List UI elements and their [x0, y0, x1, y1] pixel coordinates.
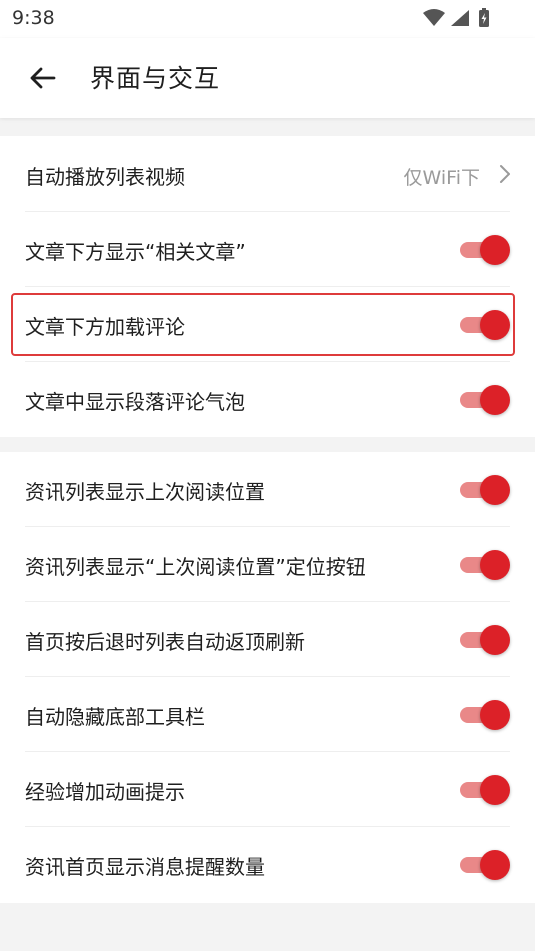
- toggle-switch[interactable]: [458, 475, 510, 505]
- toggle-switch[interactable]: [458, 550, 510, 580]
- setting-label: 首页按后退时列表自动返顶刷新: [25, 630, 305, 654]
- toggle-thumb: [480, 550, 510, 580]
- setting-label: 资讯列表显示上次阅读位置: [25, 480, 265, 504]
- toggle-thumb: [480, 625, 510, 655]
- setting-auto-hide-toolbar: 自动隐藏底部工具栏: [0, 677, 535, 752]
- wifi-icon: [423, 9, 445, 26]
- setting-label: 文章下方显示“相关文章”: [25, 240, 246, 264]
- status-time: 9:38: [12, 7, 55, 29]
- page-title: 界面与交互: [90, 64, 221, 93]
- setting-value: 仅WiFi下: [403, 167, 480, 189]
- toggle-switch[interactable]: [458, 235, 510, 265]
- toggle-switch[interactable]: [458, 850, 510, 880]
- toggle-switch[interactable]: [458, 775, 510, 805]
- toggle-switch[interactable]: [458, 700, 510, 730]
- toggle-switch[interactable]: [458, 385, 510, 415]
- back-button[interactable]: [22, 60, 62, 96]
- setting-label: 资讯首页显示消息提醒数量: [25, 855, 265, 879]
- settings-section-2: 资讯列表显示上次阅读位置 资讯列表显示“上次阅读位置”定位按钮 首页按后退时列表…: [0, 452, 535, 903]
- chevron-right-icon: [500, 165, 510, 183]
- setting-label: 资讯列表显示“上次阅读位置”定位按钮: [25, 555, 366, 579]
- setting-label: 自动播放列表视频: [25, 165, 185, 189]
- setting-label: 经验增加动画提示: [25, 780, 185, 804]
- status-icons: [423, 8, 495, 28]
- status-bar: 9:38: [0, 0, 535, 38]
- setting-label: 文章中显示段落评论气泡: [25, 390, 245, 414]
- setting-related-articles: 文章下方显示“相关文章”: [0, 212, 535, 287]
- toggle-thumb: [480, 850, 510, 880]
- toggle-switch[interactable]: [458, 310, 510, 340]
- battery-icon: [479, 8, 489, 27]
- settings-section-1: 自动播放列表视频 仅WiFi下 文章下方显示“相关文章” 文章下方加载评论 文章…: [0, 136, 535, 437]
- setting-autoplay-video[interactable]: 自动播放列表视频 仅WiFi下: [0, 137, 535, 212]
- toggle-thumb: [480, 700, 510, 730]
- signal-icon: [451, 10, 469, 26]
- app-bar: 界面与交互: [0, 38, 535, 118]
- setting-label: 文章下方加载评论: [25, 315, 185, 339]
- toggle-thumb: [480, 775, 510, 805]
- setting-message-badge-count: 资讯首页显示消息提醒数量: [0, 827, 535, 902]
- toggle-thumb: [480, 475, 510, 505]
- toggle-switch[interactable]: [458, 625, 510, 655]
- toggle-thumb: [480, 310, 510, 340]
- arrow-left-icon: [30, 67, 56, 89]
- setting-exp-animation: 经验增加动画提示: [0, 752, 535, 827]
- setting-load-comments: 文章下方加载评论: [0, 287, 535, 362]
- toggle-thumb: [480, 385, 510, 415]
- setting-last-read-position: 资讯列表显示上次阅读位置: [0, 452, 535, 527]
- toggle-thumb: [480, 235, 510, 265]
- setting-label: 自动隐藏底部工具栏: [25, 705, 205, 729]
- setting-last-read-locate-button: 资讯列表显示“上次阅读位置”定位按钮: [0, 527, 535, 602]
- setting-paragraph-comment-bubble: 文章中显示段落评论气泡: [0, 362, 535, 437]
- setting-back-to-top-refresh: 首页按后退时列表自动返顶刷新: [0, 602, 535, 677]
